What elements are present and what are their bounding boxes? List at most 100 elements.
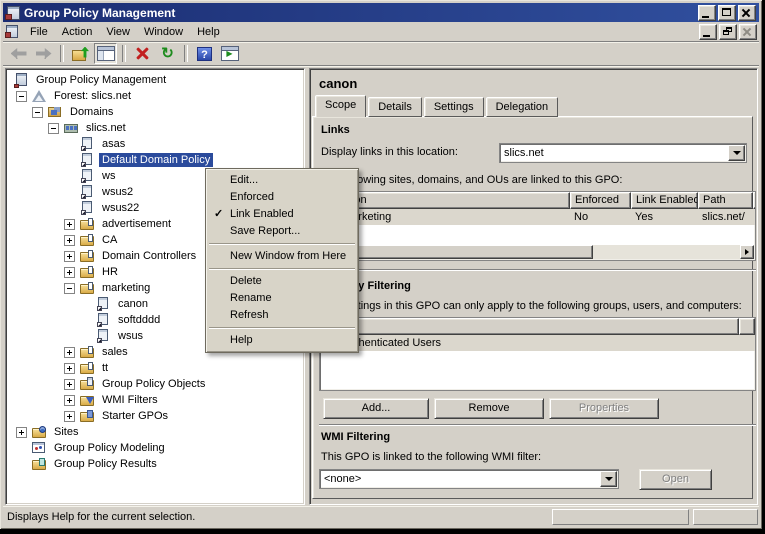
column-header-link-enabled[interactable]: Link Enabled bbox=[631, 192, 698, 209]
tree-item-group-policy-results[interactable]: Group Policy Results bbox=[6, 456, 304, 472]
expand-icon[interactable] bbox=[64, 394, 75, 406]
tab-delegation[interactable]: Delegation bbox=[485, 97, 559, 117]
expand-icon[interactable] bbox=[64, 266, 75, 278]
mdi-minimize-button[interactable] bbox=[699, 23, 717, 40]
table-row[interactable]: marketing No Yes slics.net/ bbox=[320, 209, 755, 225]
menu-view[interactable]: View bbox=[99, 24, 137, 40]
forward-button[interactable] bbox=[32, 43, 55, 64]
mdi-window-icon bbox=[5, 25, 19, 38]
minimize-button[interactable] bbox=[698, 4, 716, 21]
expand-icon[interactable] bbox=[64, 346, 75, 358]
context-menu-item-link-enabled[interactable]: ✓ Link Enabled bbox=[208, 206, 356, 223]
domains-icon bbox=[48, 105, 63, 119]
up-level-button[interactable] bbox=[69, 43, 92, 64]
add-button[interactable]: Add... bbox=[323, 398, 429, 419]
wmi-filter-combobox[interactable]: <none> bbox=[319, 469, 619, 489]
tree-item-label: Forest: slics.net bbox=[54, 90, 132, 102]
gpo-icon bbox=[80, 169, 95, 183]
gpo-icon bbox=[80, 153, 95, 167]
toolbar-separator bbox=[60, 45, 64, 62]
remove-button[interactable]: Remove bbox=[434, 398, 544, 419]
tree-item-group-policy-objects[interactable]: Group Policy Objects bbox=[6, 376, 304, 392]
tree-item-domains[interactable]: Domains bbox=[6, 104, 304, 120]
menu-action[interactable]: Action bbox=[55, 24, 100, 40]
refresh-button[interactable]: ↻ bbox=[156, 43, 179, 64]
tree-item-default-domain-policy[interactable]: Default Domain Policy bbox=[6, 152, 304, 168]
tree-item-label: softdddd bbox=[118, 314, 161, 326]
tab-scope[interactable]: Scope bbox=[315, 95, 367, 117]
tree-item-group-policy-management[interactable]: Group Policy Management bbox=[6, 72, 304, 88]
delete-button[interactable] bbox=[131, 43, 154, 64]
links-description: The following sites, domains, and OUs ar… bbox=[321, 174, 623, 186]
menu-window[interactable]: Window bbox=[137, 24, 190, 40]
context-menu-item-new-window-from-here[interactable]: New Window from Here bbox=[208, 248, 356, 265]
list-item[interactable]: Authenticated Users bbox=[320, 335, 755, 351]
expand-icon[interactable] bbox=[64, 218, 75, 230]
expand-icon[interactable] bbox=[64, 250, 75, 262]
collapse-icon[interactable] bbox=[48, 122, 59, 134]
tree-item-label: Group Policy Results bbox=[54, 458, 157, 470]
tree-item-label: canon bbox=[118, 298, 148, 310]
tab-details[interactable]: Details bbox=[368, 97, 422, 117]
menu-items: File Action View Window Help bbox=[23, 24, 227, 40]
context-menu-item-refresh[interactable]: Refresh bbox=[208, 307, 356, 324]
properties-button[interactable]: Properties bbox=[549, 398, 659, 419]
expand-icon[interactable] bbox=[64, 378, 75, 390]
show-window-icon: ▶ bbox=[220, 46, 239, 61]
context-menu-item-enforced[interactable]: Enforced bbox=[208, 189, 356, 206]
menu-help[interactable]: Help bbox=[190, 24, 227, 40]
mdi-close-button[interactable] bbox=[739, 23, 757, 40]
ou-icon bbox=[80, 345, 95, 359]
status-bar: Displays Help for the current selection. bbox=[3, 506, 759, 527]
context-menu-item-edit[interactable]: Edit... bbox=[208, 172, 356, 189]
tree-item-tt[interactable]: tt bbox=[6, 360, 304, 376]
location-combobox[interactable]: slics.net bbox=[499, 143, 747, 163]
tree-item-asas[interactable]: asas bbox=[6, 136, 304, 152]
gpo-folder-icon bbox=[80, 377, 95, 391]
tab-settings[interactable]: Settings bbox=[423, 97, 484, 117]
show-window-button[interactable]: ▶ bbox=[218, 43, 241, 64]
tree-item-wmi-filters[interactable]: WMI Filters bbox=[6, 392, 304, 408]
context-menu-item-label: New Window from Here bbox=[230, 250, 347, 262]
context-menu-item-rename[interactable]: Rename bbox=[208, 290, 356, 307]
open-button[interactable]: Open bbox=[639, 469, 712, 490]
scroll-right-button[interactable] bbox=[740, 245, 754, 259]
context-menu: Edit... Enforced ✓ Link Enabled Save Report.… bbox=[205, 168, 359, 353]
security-filler-column-header bbox=[739, 318, 755, 335]
expand-icon[interactable] bbox=[64, 234, 75, 246]
tree-item-sites[interactable]: Sites bbox=[6, 424, 304, 440]
help-button[interactable]: ? bbox=[193, 43, 216, 64]
scrollbar-thumb[interactable] bbox=[335, 245, 593, 259]
expand-icon[interactable] bbox=[64, 410, 75, 422]
context-menu-item-delete[interactable]: Delete bbox=[208, 273, 356, 290]
security-name-column-header[interactable]: Name bbox=[320, 318, 739, 335]
menu-file[interactable]: File bbox=[23, 24, 55, 40]
maximize-button[interactable] bbox=[718, 4, 736, 21]
menu-separator bbox=[209, 268, 355, 270]
console-tree-button[interactable] bbox=[94, 43, 117, 64]
expand-icon[interactable] bbox=[16, 426, 27, 438]
context-menu-item-help[interactable]: Help bbox=[208, 332, 356, 349]
tree-item-starter-gpos[interactable]: Starter GPOs bbox=[6, 408, 304, 424]
back-button[interactable] bbox=[7, 43, 30, 64]
expand-icon[interactable] bbox=[64, 362, 75, 374]
title-bar: Group Policy Management bbox=[3, 3, 759, 22]
results-icon bbox=[32, 457, 47, 471]
tree-item-forest-slics-net[interactable]: Forest: slics.net bbox=[6, 88, 304, 104]
collapse-icon[interactable] bbox=[64, 282, 75, 294]
location-combobox-dropdown-button[interactable] bbox=[728, 145, 745, 161]
mdi-restore-button[interactable] bbox=[719, 23, 737, 40]
close-button[interactable] bbox=[738, 4, 756, 21]
tree-item-slics-net[interactable]: slics.net bbox=[6, 120, 304, 136]
tree-item-group-policy-modeling[interactable]: Group Policy Modeling bbox=[6, 440, 304, 456]
collapse-icon[interactable] bbox=[16, 90, 27, 102]
wmi-combobox-dropdown-button[interactable] bbox=[600, 471, 617, 487]
context-menu-item-save-report[interactable]: Save Report... bbox=[208, 223, 356, 240]
scope-tab-page: Links Display links in this location: sl… bbox=[312, 116, 756, 499]
column-header-enforced[interactable]: Enforced bbox=[570, 192, 631, 209]
context-menu-item-label: Edit... bbox=[230, 174, 259, 186]
forest-icon bbox=[32, 89, 47, 103]
collapse-icon[interactable] bbox=[32, 106, 43, 118]
column-header-path[interactable]: Path bbox=[698, 192, 753, 209]
ou-icon bbox=[80, 361, 95, 375]
